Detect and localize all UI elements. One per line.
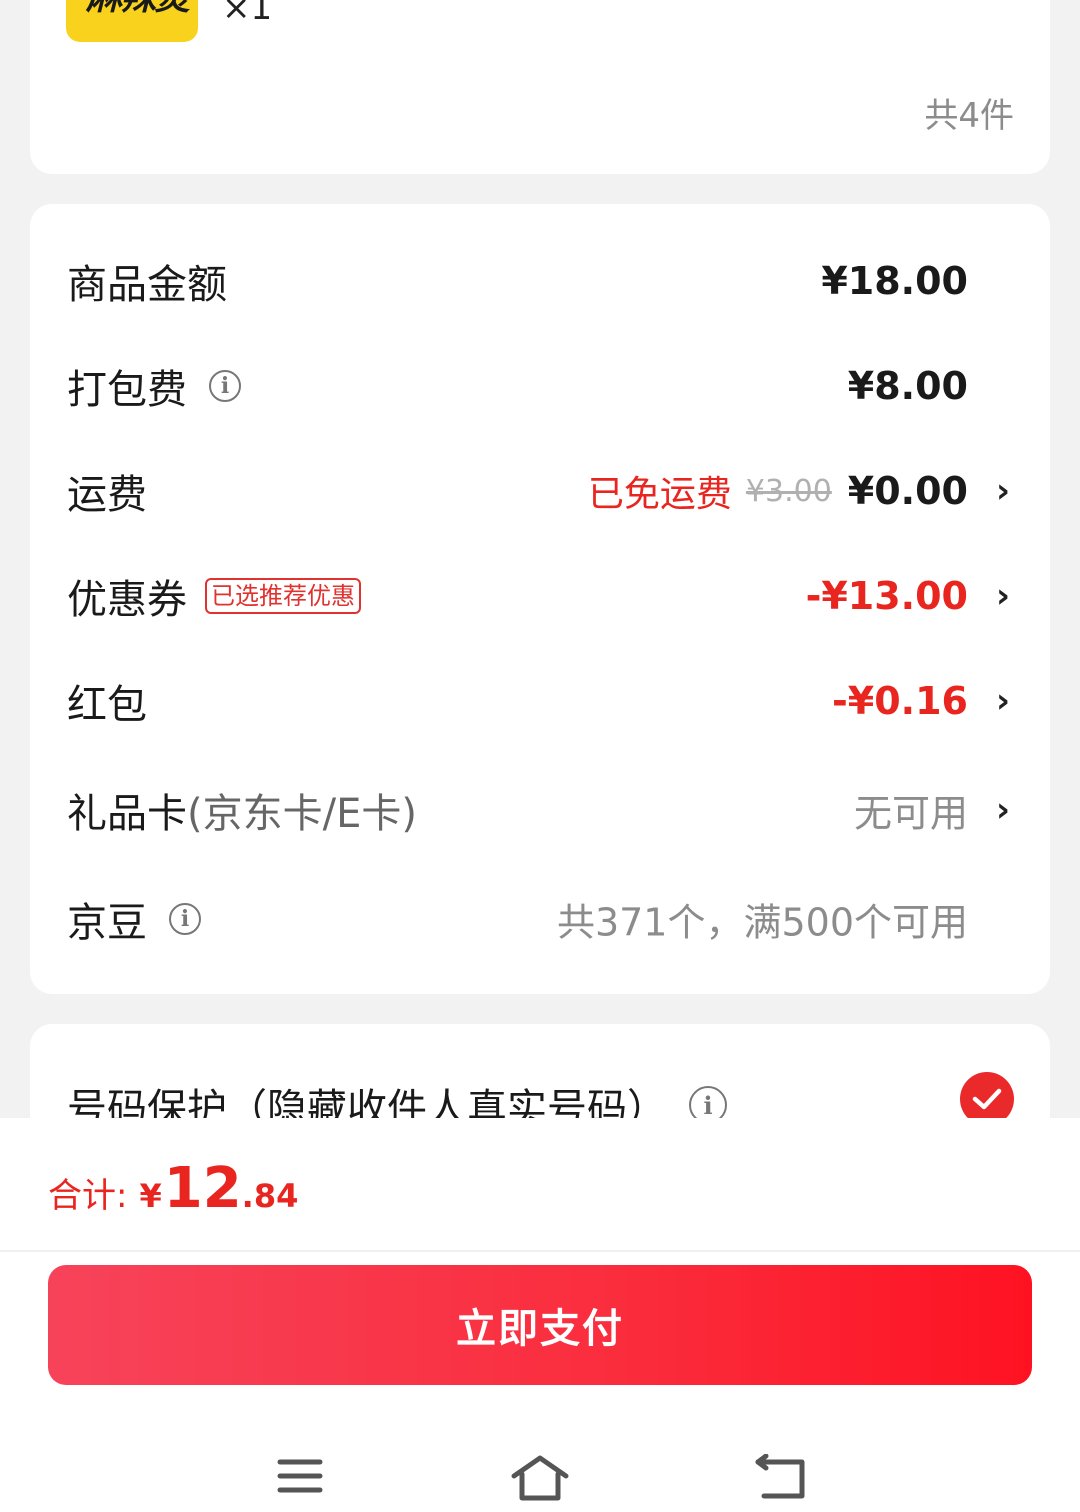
coupon-value: -¥13.00 bbox=[805, 574, 968, 618]
recommended-coupon-tag: 已选推荐优惠 bbox=[205, 578, 361, 614]
total-label: 合计: bbox=[48, 1176, 128, 1216]
packing-fee-value: ¥8.00 bbox=[847, 364, 968, 408]
system-nav-bar bbox=[0, 1440, 1080, 1512]
row-packing-fee: 打包费 i ¥8.00 bbox=[30, 333, 1050, 439]
check-icon bbox=[972, 1088, 1002, 1110]
goods-amount-value: ¥18.00 bbox=[821, 259, 968, 303]
pay-now-button[interactable]: 立即支付 bbox=[48, 1265, 1032, 1385]
gift-card-value: 无可用 bbox=[853, 791, 968, 836]
free-shipping-text: 已免运费 bbox=[587, 474, 732, 515]
row-red-packet[interactable]: 红包 -¥0.16 › bbox=[30, 648, 1050, 754]
price-detail-card: 商品金额 ¥18.00 打包费 i ¥8.00 运费 已免运费 ¥3.00 ¥0… bbox=[30, 204, 1050, 994]
order-items-card: 麻辣烫 ×1 共4件 bbox=[30, 0, 1050, 174]
back-icon[interactable] bbox=[754, 1454, 808, 1500]
shipping-value: ¥0.00 bbox=[847, 469, 968, 513]
order-total: 合计: ¥ 12 .84 bbox=[48, 1156, 298, 1221]
row-gift-card[interactable]: 礼品卡 (京东卡/E卡) 无可用 › bbox=[30, 757, 1050, 863]
coupon-label: 优惠券 bbox=[67, 577, 187, 623]
gift-card-label: 礼品卡 bbox=[67, 791, 187, 837]
original-shipping-price: ¥3.00 bbox=[745, 473, 832, 509]
red-packet-value: -¥0.16 bbox=[832, 679, 968, 723]
row-coupon[interactable]: 优惠券 已选推荐优惠 -¥13.00 › bbox=[30, 543, 1050, 649]
chevron-right-icon[interactable]: › bbox=[996, 681, 1010, 721]
goods-amount-label: 商品金额 bbox=[67, 262, 227, 308]
row-shipping[interactable]: 运费 已免运费 ¥3.00 ¥0.00 › bbox=[30, 438, 1050, 544]
info-icon[interactable]: i bbox=[169, 903, 201, 935]
total-currency: ¥ bbox=[139, 1177, 162, 1215]
total-integer: 12 bbox=[163, 1156, 242, 1221]
packing-fee-label: 打包费 bbox=[67, 367, 187, 413]
product-thumbnail[interactable]: 麻辣烫 bbox=[66, 0, 198, 42]
item-count: 共4件 bbox=[924, 96, 1014, 136]
row-goods-amount: 商品金额 ¥18.00 bbox=[30, 228, 1050, 334]
row-jd-beans: 京豆 i 共371个，满500个可用 bbox=[30, 866, 1050, 972]
chevron-right-icon[interactable]: › bbox=[996, 576, 1010, 616]
jd-beans-label: 京豆 bbox=[67, 900, 147, 946]
jd-beans-value: 共371个，满500个可用 bbox=[556, 900, 968, 945]
divider bbox=[0, 1250, 1080, 1252]
product-brand-text: 麻辣烫 bbox=[86, 0, 190, 20]
shipping-label: 运费 bbox=[67, 472, 147, 518]
info-icon[interactable]: i bbox=[209, 370, 241, 402]
total-decimal: .84 bbox=[241, 1177, 299, 1215]
home-icon[interactable] bbox=[510, 1454, 570, 1502]
red-packet-label: 红包 bbox=[67, 682, 147, 728]
chevron-right-icon[interactable]: › bbox=[996, 471, 1010, 511]
menu-icon[interactable] bbox=[276, 1454, 324, 1498]
chevron-right-icon[interactable]: › bbox=[996, 790, 1010, 830]
gift-card-sublabel: (京东卡/E卡) bbox=[187, 791, 417, 837]
product-quantity: ×1 bbox=[222, 0, 273, 28]
